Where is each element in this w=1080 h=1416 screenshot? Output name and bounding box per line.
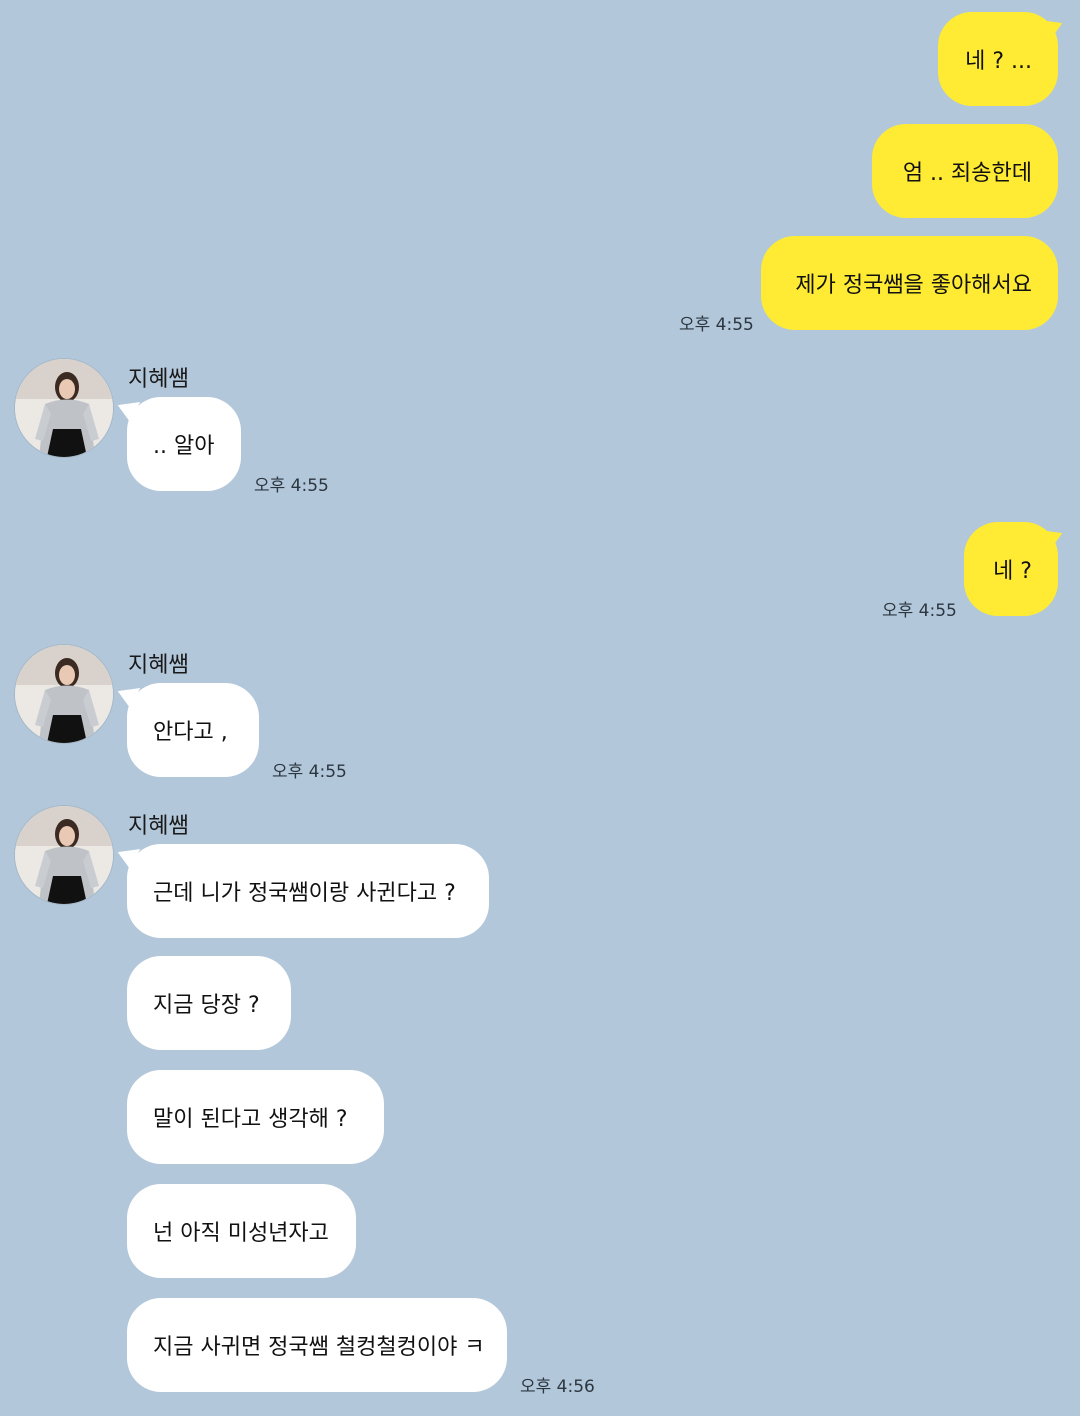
profile-photo-avatar-icon xyxy=(15,645,113,743)
message-text: 넌 아직 미성년자고 xyxy=(153,1221,329,1246)
message-bubble-sent[interactable]: 제가 정국쌤을 좋아해서요 xyxy=(761,236,1058,330)
message-bubble-received[interactable]: 안다고 , xyxy=(127,683,259,777)
message-text: 네 ? xyxy=(993,559,1032,584)
message-bubble-received[interactable]: 넌 아직 미성년자고 xyxy=(127,1184,356,1278)
message-text: 지금 당장 ? xyxy=(153,993,260,1018)
message-text: 네 ? ... xyxy=(965,49,1032,74)
profile-photo-avatar-icon xyxy=(15,806,113,904)
message-bubble-received[interactable]: 근데 니가 정국쌤이랑 사귄다고 ? xyxy=(127,844,489,938)
avatar[interactable] xyxy=(15,806,113,904)
message-timestamp: 오후 4:55 xyxy=(272,762,347,782)
sender-name: 지혜쌤 xyxy=(128,653,189,678)
message-text: 제가 정국쌤을 좋아해서요 xyxy=(795,273,1032,298)
message-text: 지금 사귀면 정국쌤 철컹철컹이야 ㅋ xyxy=(153,1335,485,1360)
message-bubble-received[interactable]: 지금 사귀면 정국쌤 철컹철컹이야 ㅋ xyxy=(127,1298,507,1392)
message-timestamp: 오후 4:55 xyxy=(254,476,329,496)
message-bubble-received[interactable]: 말이 된다고 생각해 ? xyxy=(127,1070,384,1164)
message-timestamp: 오후 4:56 xyxy=(520,1377,595,1397)
message-bubble-received[interactable]: .. 알아 xyxy=(127,397,241,491)
message-text: 안다고 , xyxy=(153,720,228,745)
message-text: 말이 된다고 생각해 ? xyxy=(153,1107,348,1132)
message-bubble-sent[interactable]: 엄 .. 죄송한데 xyxy=(872,124,1058,218)
sender-name: 지혜쌤 xyxy=(128,814,189,839)
sender-name: 지혜쌤 xyxy=(128,367,189,392)
message-text: 엄 .. 죄송한데 xyxy=(902,161,1032,186)
message-text: 근데 니가 정국쌤이랑 사귄다고 ? xyxy=(153,881,456,906)
message-timestamp: 오후 4:55 xyxy=(882,601,957,621)
avatar[interactable] xyxy=(15,359,113,457)
profile-photo-avatar-icon xyxy=(15,359,113,457)
message-text: .. 알아 xyxy=(153,434,215,459)
message-bubble-received[interactable]: 지금 당장 ? xyxy=(127,956,291,1050)
avatar[interactable] xyxy=(15,645,113,743)
message-bubble-sent[interactable]: 네 ? ... xyxy=(938,12,1058,106)
message-timestamp: 오후 4:55 xyxy=(679,315,754,335)
